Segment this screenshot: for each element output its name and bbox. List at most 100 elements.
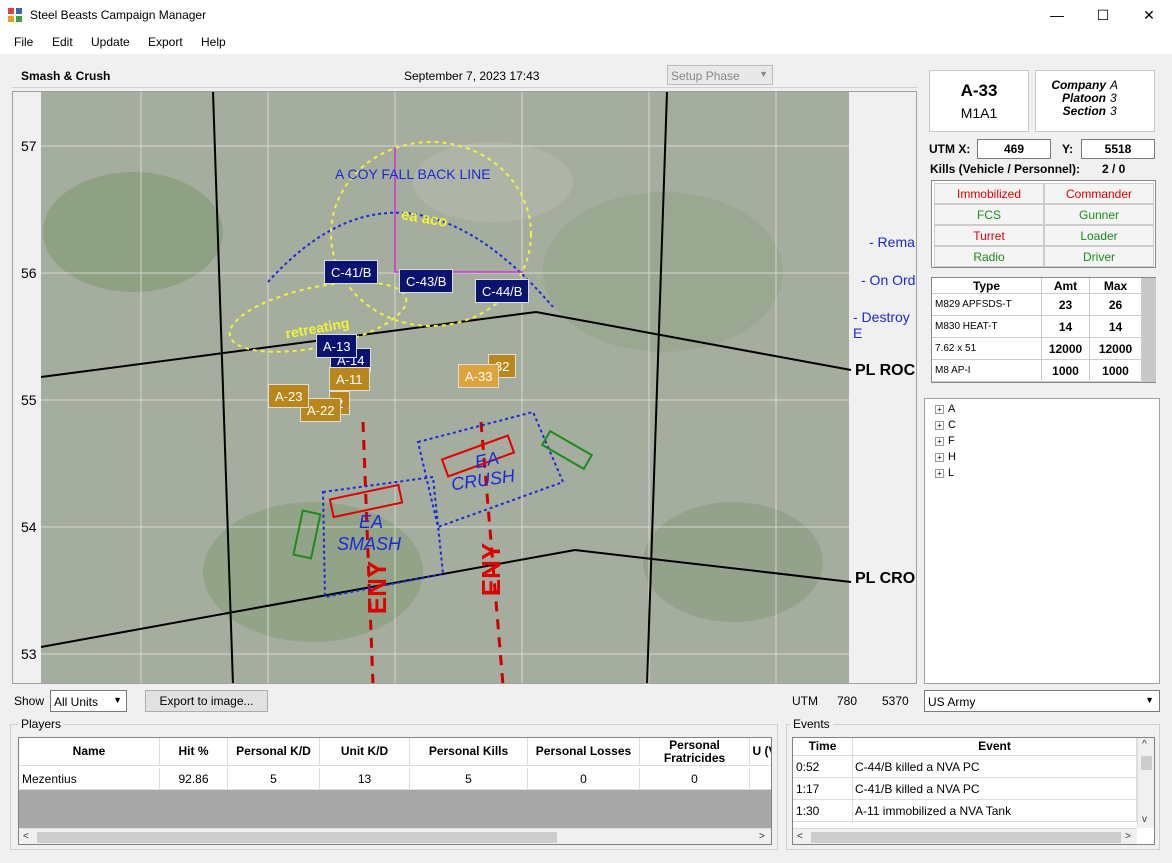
menu-edit[interactable]: Edit <box>52 35 73 49</box>
column-header[interactable]: Hit % <box>160 738 228 766</box>
column-header[interactable]: Personal Losses <box>528 738 640 766</box>
column-header[interactable]: Personal Fratricides <box>640 738 750 766</box>
event-time: 0:52 <box>793 756 853 778</box>
column-header[interactable]: Time <box>793 738 853 756</box>
unit-marker[interactable]: A-11 <box>329 367 370 391</box>
scroll-left-icon[interactable]: < <box>797 831 803 842</box>
tree-node-h[interactable]: + H <box>935 451 956 463</box>
scroll-up-icon[interactable]: ^ <box>1142 739 1147 750</box>
events-vscroll[interactable]: ^ v <box>1137 738 1154 828</box>
maximize-button[interactable]: ☐ <box>1080 0 1126 30</box>
expand-icon[interactable]: + <box>935 468 944 478</box>
player-cell <box>750 768 771 790</box>
players-scrollbar[interactable]: < > <box>19 828 771 844</box>
column-header[interactable]: Event <box>853 738 1137 756</box>
utm-x-field[interactable]: 469 <box>977 139 1051 159</box>
damage-label: Radio <box>973 250 1005 264</box>
damage-label: FCS <box>977 208 1001 222</box>
tree-node-f[interactable]: + F <box>935 435 955 447</box>
unit-tree[interactable]: + A + C + F + H + L <box>924 398 1160 684</box>
phase-select[interactable]: Setup Phase ▼ <box>667 65 773 85</box>
damage-gunner[interactable]: Gunner <box>1044 204 1154 225</box>
scroll-right-icon[interactable]: > <box>759 831 765 842</box>
players-title: Players <box>18 717 65 731</box>
damage-turret[interactable]: Turret <box>934 225 1044 246</box>
column-header[interactable]: Personal Kills <box>410 738 528 766</box>
utm-y-field[interactable]: 5518 <box>1081 139 1155 159</box>
tree-node-label: H <box>948 451 956 463</box>
platoon-label: Platoon <box>1062 91 1106 105</box>
platoon-value: 3 <box>1110 91 1117 105</box>
scroll-right-icon[interactable]: > <box>1125 831 1131 842</box>
ammo-header: Type <box>932 278 1042 294</box>
export-image-button[interactable]: Export to image... <box>145 690 268 712</box>
damage-immobilized[interactable]: Immobilized <box>934 183 1044 204</box>
ammo-amount[interactable]: 1000 <box>1042 360 1090 382</box>
expand-icon[interactable]: + <box>935 452 944 462</box>
army-select[interactable]: US Army ▼ <box>924 690 1160 712</box>
damage-commander[interactable]: Commander <box>1044 183 1154 204</box>
app-icon <box>8 8 22 22</box>
grid-label-56: 56 <box>21 265 37 281</box>
tree-node-label: L <box>948 467 955 479</box>
phase-line-label: PL CRO <box>855 570 916 587</box>
ammo-max: 1000 <box>1090 360 1142 382</box>
column-header[interactable]: Name <box>19 738 160 766</box>
damage-label: Immobilized <box>956 187 1022 201</box>
damage-driver[interactable]: Driver <box>1044 246 1154 267</box>
player-name[interactable]: Mezentius <box>19 768 160 790</box>
menu-export[interactable]: Export <box>148 35 183 49</box>
map-annotation: - On Ord <box>861 272 916 288</box>
expand-icon[interactable]: + <box>935 436 944 446</box>
menu-file[interactable]: File <box>14 35 33 49</box>
company-value: A <box>1110 78 1119 92</box>
unit-summary: A-33 M1A1 <box>929 70 1029 132</box>
damage-label: Driver <box>1083 250 1115 264</box>
players-grid[interactable]: Name Hit % Personal K/D Unit K/D Persona… <box>18 737 772 845</box>
player-cell: 92.86 <box>160 768 228 790</box>
tree-node-c[interactable]: + C <box>935 419 956 431</box>
unit-marker[interactable]: C-43/B <box>399 269 454 293</box>
close-button[interactable]: ✕ <box>1126 0 1172 30</box>
grid-empty-area <box>19 790 771 828</box>
damage-loader[interactable]: Loader <box>1044 225 1154 246</box>
chevron-down-icon: ▼ <box>113 695 122 705</box>
events-grid[interactable]: Time Event 0:52 C-44/B killed a NVA PC 1… <box>792 737 1155 845</box>
player-cell: 5 <box>228 768 320 790</box>
minimize-button[interactable]: — <box>1034 0 1080 30</box>
column-header[interactable]: Unit K/D <box>320 738 410 766</box>
scroll-left-icon[interactable]: < <box>23 831 29 842</box>
tree-node-label: F <box>948 435 955 447</box>
expand-icon[interactable]: + <box>935 420 944 430</box>
tree-node-l[interactable]: + L <box>935 467 954 479</box>
scroll-thumb[interactable] <box>1141 756 1152 770</box>
map-header: Smash & Crush September 7, 2023 17:43 Se… <box>12 62 917 88</box>
unit-marker[interactable]: A-13 <box>316 334 358 358</box>
phase-line-label: PL ROC <box>855 362 916 379</box>
show-select[interactable]: All Units ▼ <box>50 690 127 712</box>
ammo-amount[interactable]: 14 <box>1042 316 1090 338</box>
scroll-down-icon[interactable]: v <box>1142 814 1147 825</box>
scroll-thumb[interactable] <box>37 832 557 843</box>
events-hscroll[interactable]: < > <box>793 828 1137 844</box>
tactical-map[interactable]: 57 56 55 54 53 PL ROC PL CRO A COY FALL … <box>12 91 917 684</box>
unit-organization: Company A Platoon 3 Section 3 <box>1035 70 1155 132</box>
unit-marker[interactable]: A-23 <box>268 384 310 408</box>
unit-marker[interactable]: C-44/B <box>475 279 530 303</box>
column-header[interactable]: Personal K/D <box>228 738 320 766</box>
damage-fcs[interactable]: FCS <box>934 204 1044 225</box>
ammo-amount[interactable]: 12000 <box>1042 338 1090 360</box>
expand-icon[interactable]: + <box>935 404 944 414</box>
unit-marker[interactable]: C-41/B <box>324 260 379 284</box>
menu-update[interactable]: Update <box>91 35 130 49</box>
tree-node-a[interactable]: + A <box>935 403 955 415</box>
ammo-scrollbar[interactable] <box>1142 278 1156 382</box>
menu-help[interactable]: Help <box>201 35 226 49</box>
ammo-amount[interactable]: 23 <box>1042 294 1090 316</box>
title-bar: Steel Beasts Campaign Manager — ☐ ✕ <box>0 0 1172 30</box>
damage-radio[interactable]: Radio <box>934 246 1044 267</box>
section-row: Section 3 <box>1036 104 1156 118</box>
unit-marker-selected[interactable]: A-33 <box>458 364 500 388</box>
column-header[interactable]: U (V <box>750 738 771 766</box>
scroll-thumb[interactable] <box>811 832 1121 843</box>
